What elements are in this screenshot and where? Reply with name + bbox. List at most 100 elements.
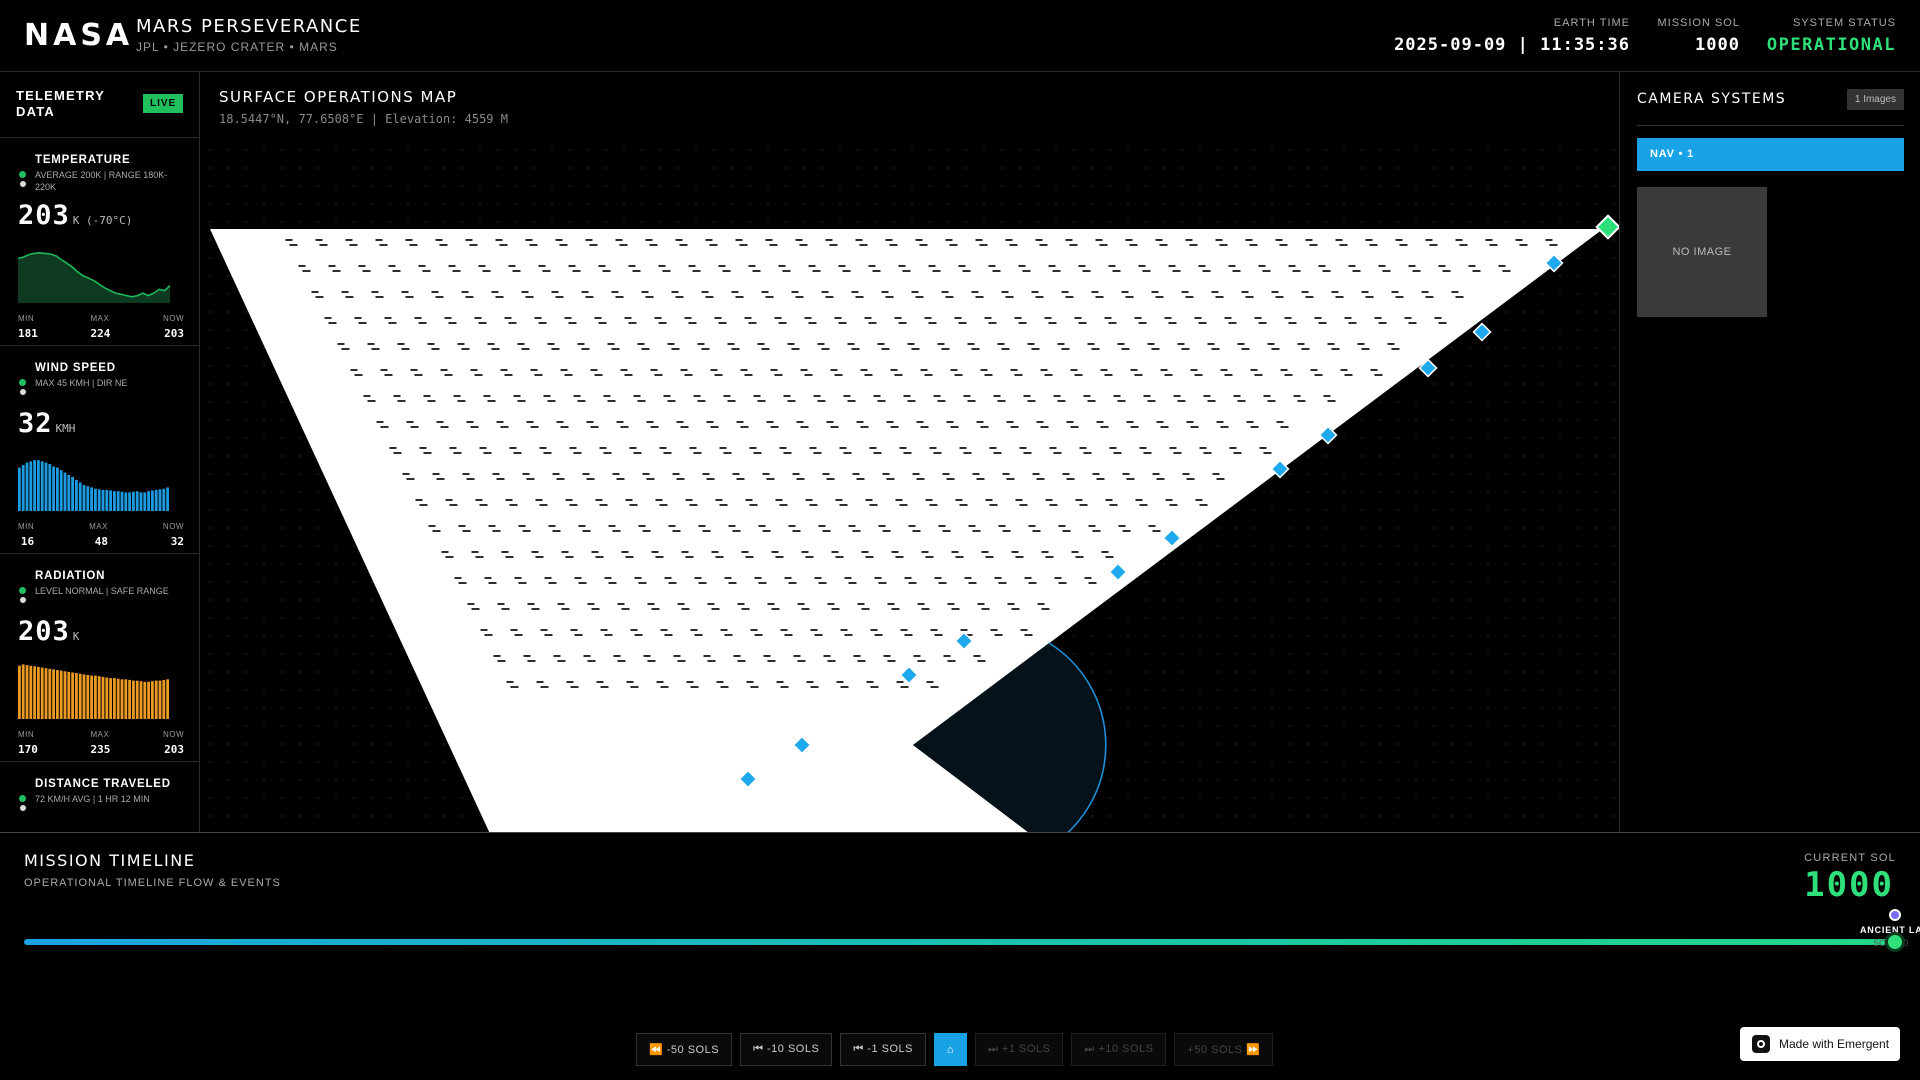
timeline-step-button[interactable]: ⏭ +1 SOLS xyxy=(974,1033,1064,1066)
telemetry-card-name: DISTANCE TRAVELED xyxy=(35,778,171,790)
sparkline-bar xyxy=(147,681,150,719)
sparkline-bar xyxy=(116,678,120,719)
timeline-step-button[interactable]: ⏮ -1 SOLS xyxy=(840,1033,926,1066)
system-status-label: SYSTEM STATUS xyxy=(1792,17,1896,29)
stat-min-value: 181 xyxy=(18,327,38,340)
stat-max-value: 224 xyxy=(90,327,111,340)
sparkline-bar xyxy=(94,675,97,719)
sparkline-bar xyxy=(139,681,143,719)
sparkline-bar xyxy=(82,674,86,719)
timeline-scrubber-handle[interactable] xyxy=(1885,932,1905,952)
terrain-region xyxy=(210,229,1603,832)
made-with-emergent-badge[interactable]: Made with Emergent xyxy=(1740,1027,1900,1061)
timeline-event-marker[interactable] xyxy=(1889,909,1901,921)
stat-now-value: 32 xyxy=(170,535,184,548)
telemetry-sparkline xyxy=(18,664,169,719)
telemetry-card-stats: MIN 170 MAX 235 NOW 203 xyxy=(18,730,184,756)
telemetry-value-number: 203 xyxy=(18,200,70,231)
stat-max: MAX 48 xyxy=(89,522,108,548)
telemetry-card-name: WIND SPEED xyxy=(35,362,116,374)
status-dot-icon xyxy=(19,171,26,178)
telemetry-value-unit: KMH xyxy=(55,422,76,435)
sparkline-bar xyxy=(162,679,166,719)
timeline-step-button[interactable]: ⏭ +10 SOLS xyxy=(1071,1033,1167,1066)
sparkline-bar xyxy=(109,490,112,511)
status-dot-icon xyxy=(19,587,26,594)
sparkline-bar xyxy=(105,677,109,719)
system-status-stat: SYSTEM STATUS OPERATIONAL xyxy=(1767,17,1896,55)
telemetry-header: TELEMETRY DATA LIVE xyxy=(0,72,199,138)
sparkline-bar xyxy=(21,465,25,511)
sparkline-bar xyxy=(67,475,71,511)
sparkline-bar xyxy=(29,665,33,719)
sparkline-bar xyxy=(56,467,59,511)
timeline-track[interactable] xyxy=(24,939,1896,945)
stat-max: MAX 235 xyxy=(90,730,110,756)
sparkline-bar xyxy=(52,466,55,511)
sparkline-bar xyxy=(109,678,112,719)
sparkline-bar xyxy=(154,680,158,719)
waypoint-marker-icon xyxy=(1472,322,1492,342)
telemetry-card-value: 203 K (-70°C) xyxy=(18,200,132,231)
stat-min: MIN 170 xyxy=(18,730,38,756)
sparkline-bar xyxy=(56,670,59,719)
sparkline-bar xyxy=(124,679,128,719)
timeline-subtitle: OPERATIONAL TIMELINE FLOW & EVENTS xyxy=(24,877,281,889)
stat-min-value: 170 xyxy=(18,743,38,756)
sparkline-bar xyxy=(71,476,74,511)
stat-now-label: NOW xyxy=(162,314,184,323)
rover-position-icon xyxy=(1595,214,1619,240)
earth-time-stat: EARTH TIME 2025-09-09 | 11:35:36 xyxy=(1394,17,1630,55)
sparkline-bar xyxy=(151,490,154,511)
sparkline-bar xyxy=(105,489,109,511)
stat-min-label: MIN xyxy=(18,730,35,739)
sparkline-bar xyxy=(128,492,131,511)
camera-panel: CAMERA SYSTEMS 1 Images NAV • 1 NO IMAGE xyxy=(1621,72,1920,832)
sparkline-bar xyxy=(67,671,71,719)
telemetry-card-name: RADIATION xyxy=(35,570,106,582)
sparkline-bar xyxy=(124,492,128,511)
timeline-step-button[interactable]: ⏪ -50 SOLS xyxy=(636,1033,733,1066)
telemetry-card-name: TEMPERATURE xyxy=(35,154,131,166)
sparkline-bar xyxy=(40,461,44,511)
map-coordinates: 18.5447°N, 77.6508°E | Elevation: 4559 M xyxy=(219,112,508,126)
sparkline-bar xyxy=(86,486,90,511)
current-sol-label: CURRENT SOL xyxy=(1804,852,1896,864)
camera-tab-nav[interactable]: NAV • 1 xyxy=(1637,138,1904,171)
stat-max: MAX 224 xyxy=(90,314,110,340)
camera-thumbnail[interactable]: NO IMAGE xyxy=(1637,187,1767,317)
telemetry-panel: TELEMETRY DATA LIVE TEMPERATURE AVERAGE 2… xyxy=(0,72,200,832)
telemetry-cards: TEMPERATURE AVERAGE 200K | RANGE 180K-220… xyxy=(0,138,199,832)
sparkline-bar xyxy=(147,491,150,511)
mission-sol-stat: MISSION SOL 1000 xyxy=(1657,17,1740,55)
sparkline-bar xyxy=(37,460,40,511)
stat-max-label: MAX xyxy=(89,522,108,531)
camera-divider xyxy=(1637,125,1904,126)
status-dot-icon xyxy=(19,795,26,802)
surface-map[interactable] xyxy=(200,140,1620,832)
status-dot-icon xyxy=(20,181,26,187)
sparkline-bar xyxy=(52,669,55,719)
emergent-logo-icon xyxy=(1752,1035,1770,1053)
telemetry-card-stats: MIN 16 MAX 48 NOW 32 xyxy=(18,522,184,548)
timeline-step-button[interactable]: ⏮ -10 SOLS xyxy=(740,1033,833,1066)
surface-map-panel: SURFACE OPERATIONS MAP 18.5447°N, 77.650… xyxy=(200,72,1620,832)
sparkline-bar xyxy=(82,485,86,511)
stat-min: MIN 16 xyxy=(18,522,34,548)
timeline-step-button[interactable]: ⌂ xyxy=(933,1033,967,1066)
sparkline-bar xyxy=(158,489,162,511)
sparkline-bar xyxy=(132,680,135,719)
mission-name: MARS PERSEVERANCE xyxy=(136,16,362,37)
telemetry-card-desc: LEVEL NORMAL | SAFE RANGE xyxy=(35,586,169,596)
timeline-step-button[interactable]: +50 SOLS ⏩ xyxy=(1174,1033,1274,1066)
sparkline-bar xyxy=(44,462,48,511)
telemetry-card-desc: AVERAGE 200K | RANGE 180K-220K xyxy=(35,170,168,192)
sparkline-bar xyxy=(48,668,52,719)
stat-max-label: MAX xyxy=(90,314,110,323)
stat-max-value: 48 xyxy=(94,535,108,548)
sparkline-bar xyxy=(132,491,135,511)
sparkline-bar xyxy=(135,680,139,719)
telemetry-card-temperature: TEMPERATURE AVERAGE 200K | RANGE 180K-220… xyxy=(0,138,199,346)
stat-min-value: 16 xyxy=(20,535,35,548)
sparkline-bar xyxy=(29,461,33,511)
